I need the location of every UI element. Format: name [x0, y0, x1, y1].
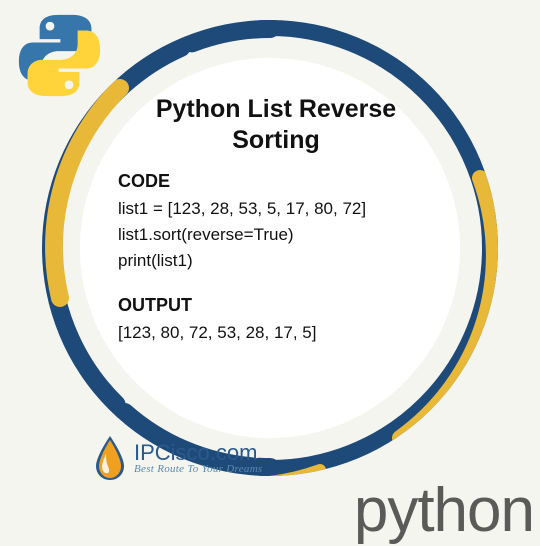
- content-card: Python List Reverse Sorting CODE list1 =…: [80, 58, 460, 438]
- code-line: list1 = [123, 28, 53, 5, 17, 80, 72]: [118, 196, 434, 222]
- brand-tagline: Best Route To Your Dreams: [134, 464, 263, 476]
- python-logo-icon: [12, 8, 107, 103]
- card-title: Python List Reverse Sorting: [118, 94, 434, 157]
- output-line: [123, 80, 72, 53, 28, 17, 5]: [118, 320, 434, 346]
- droplet-icon: [92, 434, 128, 482]
- brand-name: IPCisco.com: [134, 441, 263, 464]
- code-line: print(list1): [118, 248, 434, 274]
- code-line: list1.sort(reverse=True): [118, 222, 434, 248]
- output-section: OUTPUT [123, 80, 72, 53, 28, 17, 5]: [118, 295, 434, 346]
- code-section: CODE list1 = [123, 28, 53, 5, 17, 80, 72…: [118, 171, 434, 275]
- branding-block: IPCisco.com Best Route To Your Dreams: [92, 434, 263, 482]
- python-wordmark: python: [354, 475, 534, 546]
- title-line-1: Python List Reverse: [156, 95, 396, 123]
- branding-text: IPCisco.com Best Route To Your Dreams: [134, 441, 263, 476]
- title-line-2: Sorting: [232, 126, 320, 154]
- output-label: OUTPUT: [118, 295, 434, 316]
- code-label: CODE: [118, 171, 434, 192]
